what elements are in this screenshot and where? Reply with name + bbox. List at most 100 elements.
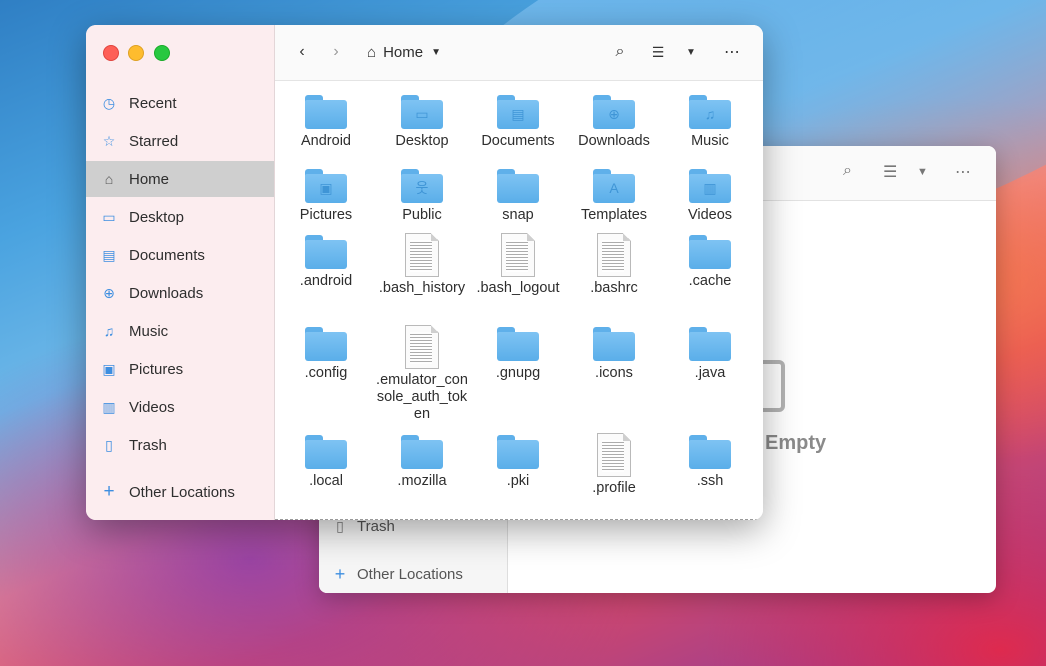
folder-item[interactable]: .pki	[472, 435, 564, 490]
sidebar-item-recent[interactable]: ◷ Recent	[86, 85, 274, 121]
folder-icon	[497, 327, 539, 361]
more-icon[interactable]: ⋯	[955, 162, 971, 182]
file-name-label: Android	[301, 133, 351, 149]
sidebar-item-music[interactable]: ♫ Music	[86, 313, 274, 349]
file-item[interactable]: .emulator_console_auth_token	[376, 325, 468, 423]
view-toggle-button[interactable]: ☰	[647, 39, 669, 65]
file-name-label: Downloads	[578, 133, 650, 149]
file-name-label: .icons	[595, 365, 633, 381]
folder-icon	[305, 95, 347, 129]
file-name-label: Desktop	[395, 133, 449, 149]
menu-button[interactable]: ⋯	[721, 39, 743, 65]
minimize-button[interactable]	[128, 45, 144, 61]
background-sidebar-item-other-locations[interactable]: + Other Locations	[333, 564, 463, 585]
folder-icon	[593, 327, 635, 361]
chevron-down-icon: ▼	[431, 46, 441, 58]
sidebar-item-home[interactable]: ⌂ Home	[86, 161, 274, 197]
folder-item[interactable]: .ssh	[664, 435, 756, 490]
text-file-icon	[501, 233, 535, 277]
sidebar-item-label: Other Locations	[129, 483, 235, 501]
folder-item[interactable]: A Templates	[568, 169, 660, 224]
file-item[interactable]: .bash_logout	[472, 233, 564, 297]
forward-button[interactable]: ›	[325, 39, 347, 65]
sidebar-item-label: Documents	[129, 246, 205, 264]
file-item[interactable]: .bash_history	[376, 233, 468, 297]
plus-icon: +	[334, 564, 346, 584]
folder-icon	[305, 327, 347, 361]
desktop-icon: ▭	[102, 208, 116, 225]
clock-icon: ◷	[102, 94, 116, 111]
background-sidebar-label: Trash	[357, 518, 395, 535]
list-view-icon: ☰	[651, 43, 665, 60]
folder-icon	[497, 169, 539, 203]
close-button[interactable]	[103, 45, 119, 61]
background-sidebar-item-trash[interactable]: ▯ Trash	[333, 518, 395, 535]
folder-item[interactable]: ▥ Videos	[664, 169, 756, 224]
folder-item[interactable]: ▣ Pictures	[280, 169, 372, 224]
sidebar-item-label: Pictures	[129, 360, 184, 378]
folder-item[interactable]: .icons	[568, 327, 660, 382]
empty-label: Empty	[765, 432, 827, 454]
search-button[interactable]: ⌕	[609, 39, 631, 65]
file-name-label: Videos	[687, 207, 733, 223]
file-name-label: snap	[502, 207, 534, 223]
chevron-down-icon: ▼	[686, 46, 696, 58]
sidebar-item-starred[interactable]: ☆ Starred	[86, 123, 274, 159]
documents-icon: ▤	[102, 246, 116, 263]
folder-item[interactable]: .mozilla	[376, 435, 468, 490]
film-icon: ▥	[102, 398, 116, 415]
list-view-icon[interactable]: ☰	[883, 162, 897, 182]
folder-item[interactable]: ♫ Music	[664, 95, 756, 150]
file-name-label: .profile	[592, 480, 636, 496]
file-item[interactable]: .bashrc	[568, 233, 660, 297]
headerbar: ‹ › ⌂ Home ▼ ⌕ ☰ ▼ ⋯	[275, 25, 763, 81]
folder-item[interactable]: ⊕ Downloads	[568, 95, 660, 150]
sidebar-item-label: Music	[129, 322, 169, 340]
text-file-icon	[405, 233, 439, 277]
folder-item[interactable]: snap	[472, 169, 564, 224]
more-icon: ⋯	[724, 44, 740, 61]
folder-item[interactable]: .cache	[664, 235, 756, 290]
text-file-icon	[597, 233, 631, 277]
folder-item[interactable]: .android	[280, 235, 372, 290]
folder-icon: ▭	[401, 95, 443, 129]
folder-icon: ♫	[689, 95, 731, 129]
folder-item[interactable]: ▭ Desktop	[376, 95, 468, 150]
folder-icon: ▣	[305, 169, 347, 203]
sidebar-item-pictures[interactable]: ▣ Pictures	[86, 351, 274, 387]
sidebar-item-label: Videos	[129, 398, 175, 416]
folder-item[interactable]: .local	[280, 435, 372, 490]
file-manager-window[interactable]: ◷ Recent ☆ Starred ⌂ Home ▭ Desktop ▤ Documents ⊕ D…	[86, 25, 763, 520]
folder-item[interactable]: 웃 Public	[376, 169, 468, 224]
sidebar-item-other-locations[interactable]: + Other Locations	[86, 474, 274, 510]
search-icon[interactable]: ⌕	[843, 162, 852, 180]
file-name-label: Public	[402, 207, 442, 223]
file-name-label: .android	[299, 273, 353, 289]
maximize-button[interactable]	[154, 45, 170, 61]
folder-item[interactable]: ▤ Documents	[472, 95, 564, 150]
sidebar-item-desktop[interactable]: ▭ Desktop	[86, 199, 274, 235]
chevron-down-icon[interactable]: ▼	[917, 166, 928, 178]
folder-item[interactable]: Android	[280, 95, 372, 150]
folder-icon: ▥	[689, 169, 731, 203]
sidebar-item-label: Home	[129, 170, 170, 188]
folder-item[interactable]: .config	[280, 327, 372, 382]
text-file-icon	[597, 433, 631, 477]
folder-icon	[689, 327, 731, 361]
sidebar: ◷ Recent ☆ Starred ⌂ Home ▭ Desktop ▤ Documents ⊕ D…	[86, 25, 275, 520]
sidebar-item-videos[interactable]: ▥ Videos	[86, 389, 274, 425]
file-item[interactable]: .profile	[568, 433, 660, 497]
file-name-label: .ssh	[696, 473, 724, 489]
sidebar-item-downloads[interactable]: ⊕ Downloads	[86, 275, 274, 311]
sidebar-item-label: Recent	[129, 94, 177, 112]
view-options-button[interactable]: ▼	[681, 39, 701, 65]
back-button[interactable]: ‹	[291, 39, 313, 65]
file-name-label: .config	[304, 365, 348, 381]
sidebar-item-trash[interactable]: ▯ Trash	[86, 427, 274, 463]
folder-item[interactable]: .java	[664, 327, 756, 382]
folder-item[interactable]: .gnupg	[472, 327, 564, 382]
sidebar-item-documents[interactable]: ▤ Documents	[86, 237, 274, 273]
music-icon: ♫	[103, 323, 115, 339]
folder-icon: A	[593, 169, 635, 203]
path-bar-home[interactable]: ⌂ Home ▼	[367, 39, 441, 65]
